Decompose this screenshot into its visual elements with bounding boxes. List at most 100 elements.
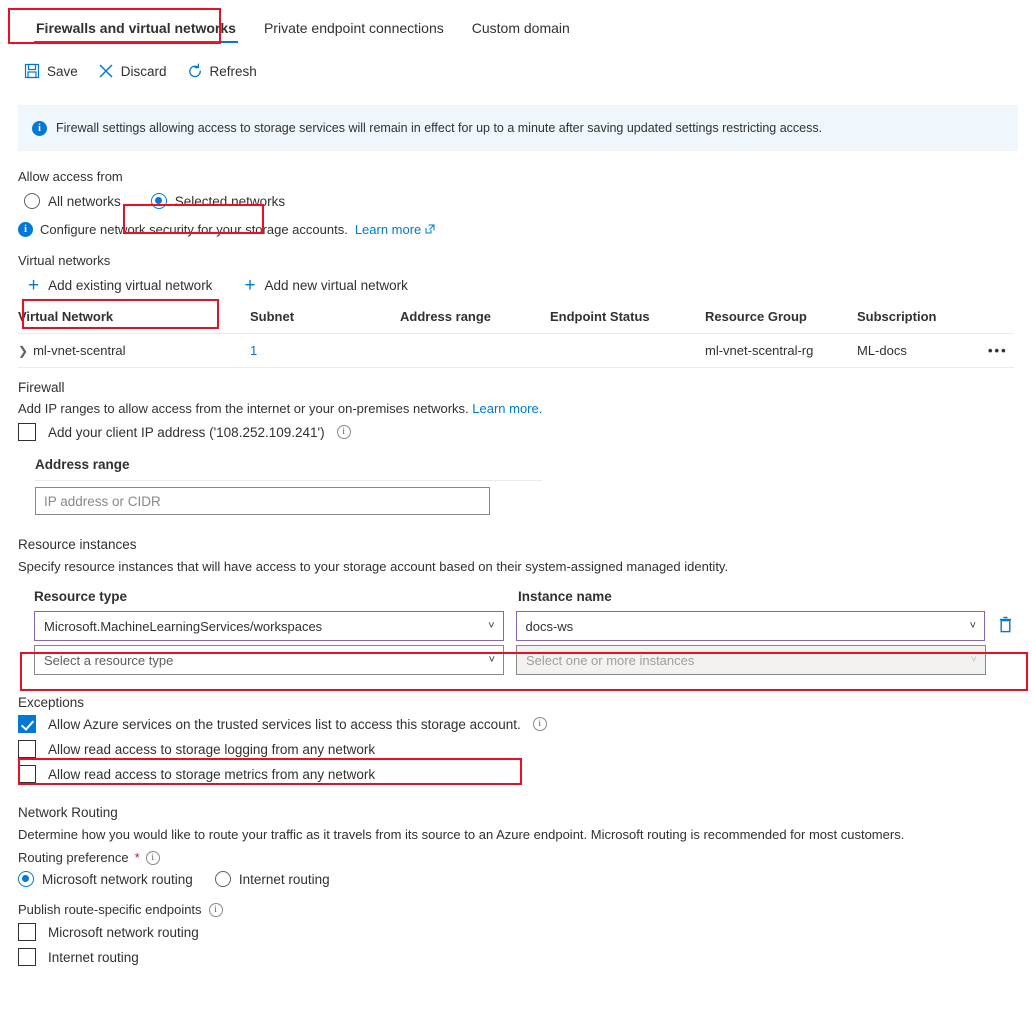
subnet-count-link[interactable]: 1 (250, 343, 257, 358)
chevron-right-icon[interactable]: ❯ (18, 344, 28, 358)
radio-selected-networks[interactable]: Selected networks (145, 190, 291, 212)
exception-checkbox-storage-logging[interactable] (18, 740, 36, 758)
tab-label: Firewalls and virtual networks (36, 20, 236, 36)
cell-virtual-network[interactable]: ❯ ml-vnet-scentral (18, 333, 250, 368)
refresh-icon (187, 63, 203, 79)
virtual-network-actions: + Add existing virtual network + Add new… (18, 272, 1014, 299)
instance-name-select-1[interactable]: docs-ws ˅ (515, 611, 985, 641)
tab-custom-domain[interactable]: Custom domain (458, 18, 584, 46)
add-client-ip-checkbox[interactable] (18, 423, 36, 441)
publish-label-internet-routing: Internet routing (48, 949, 139, 965)
add-existing-label: Add existing virtual network (48, 278, 213, 293)
info-icon: i (18, 222, 33, 237)
radio-indicator (24, 193, 40, 209)
resource-type-value-2: Select a resource type (44, 652, 174, 668)
info-icon[interactable]: i (532, 717, 547, 731)
trash-icon[interactable] (997, 615, 1014, 637)
firewall-learn-more-link[interactable]: Learn more. (472, 401, 542, 416)
virtual-network-name: ml-vnet-scentral (33, 343, 126, 358)
column-header-address-range: Address range (400, 309, 492, 324)
radio-label: Microsoft network routing (42, 871, 193, 887)
save-button[interactable]: Save (24, 63, 78, 79)
exception-checkbox-storage-metrics[interactable] (18, 765, 36, 783)
add-existing-virtual-network-button[interactable]: + Add existing virtual network (18, 272, 222, 299)
tab-label: Custom domain (471, 20, 570, 36)
exception-label-storage-metrics: Allow read access to storage metrics fro… (48, 766, 376, 782)
publish-row-microsoft-network-routing: Microsoft network routing (18, 923, 1014, 941)
exception-row-storage-logging: Allow read access to storage logging fro… (18, 740, 1014, 758)
radio-label: Selected networks (174, 193, 286, 209)
allow-access-radio-group: All networks Selected networks (18, 190, 1014, 212)
external-link-icon (425, 222, 435, 237)
radio-indicator (214, 871, 231, 887)
resource-instances-heading: Resource instances (18, 537, 137, 552)
chevron-down-icon: ˅ (488, 654, 495, 666)
publish-label-microsoft-network-routing: Microsoft network routing (48, 924, 199, 940)
save-label: Save (47, 63, 78, 79)
exception-label-storage-logging: Allow read access to storage logging fro… (48, 741, 376, 757)
virtual-networks-table: Virtual Network Subnet Address range End… (18, 309, 1014, 368)
add-client-ip-row: Add your client IP address ('108.252.109… (18, 423, 1014, 441)
chevron-down-icon: ˅ (488, 620, 495, 632)
chevron-down-icon: ˅ (970, 654, 977, 666)
add-new-virtual-network-button[interactable]: + Add new virtual network (234, 272, 417, 299)
save-icon (24, 63, 40, 79)
resource-type-select-2[interactable]: Select a resource type ˅ (34, 645, 504, 675)
info-icon[interactable]: i (208, 902, 223, 917)
info-icon[interactable]: i (145, 850, 160, 865)
allow-access-from-label: Allow access from (18, 169, 123, 184)
publish-checkbox-microsoft-network-routing[interactable] (18, 923, 36, 941)
divider (35, 480, 542, 481)
tab-label: Private endpoint connections (263, 20, 444, 36)
close-icon (98, 63, 114, 79)
routing-preference-label-row: Routing preference * i (18, 850, 1014, 865)
exception-label-trusted-services: Allow Azure services on the trusted serv… (48, 716, 521, 732)
info-banner: i Firewall settings allowing access to s… (18, 105, 1018, 151)
routing-preference-radio-group: Microsoft network routing Internet routi… (12, 868, 1014, 890)
network-routing-heading: Network Routing (18, 805, 118, 820)
publish-row-internet-routing: Internet routing (18, 948, 1014, 966)
refresh-button[interactable]: Refresh (187, 63, 257, 79)
resource-type-column-label: Resource type (34, 589, 128, 604)
tab-firewalls-and-virtual-networks[interactable]: Firewalls and virtual networks (22, 18, 250, 46)
plus-icon: + (28, 274, 40, 296)
column-header-virtual-network: Virtual Network (18, 309, 114, 324)
table-header-row: Virtual Network Subnet Address range End… (18, 309, 1014, 334)
radio-label: Internet routing (238, 871, 330, 887)
discard-button[interactable]: Discard (98, 63, 167, 79)
address-range-label: Address range (35, 457, 130, 472)
chevron-down-icon: ˅ (969, 620, 976, 632)
resource-instance-row-2: Select a resource type ˅ Select one or m… (34, 645, 1014, 675)
firewall-description-text: Add IP ranges to allow access from the i… (18, 401, 469, 416)
info-banner-text: Firewall settings allowing access to sto… (56, 121, 823, 135)
cell-endpoint-status (550, 333, 705, 368)
cell-resource-group: ml-vnet-scentral-rg (705, 333, 857, 368)
column-header-resource-group: Resource Group (705, 309, 807, 324)
publish-endpoints-label-row: Publish route-specific endpoints i (18, 902, 1014, 917)
routing-preference-label: Routing preference (18, 850, 129, 865)
refresh-label: Refresh (209, 63, 257, 79)
publish-checkbox-internet-routing[interactable] (18, 948, 36, 966)
info-icon[interactable]: i (336, 425, 351, 439)
instance-name-select-2: Select one or more instances ˅ (516, 645, 986, 675)
tab-private-endpoint-connections[interactable]: Private endpoint connections (250, 18, 458, 46)
radio-microsoft-network-routing[interactable]: Microsoft network routing (12, 868, 199, 890)
column-header-subscription: Subscription (857, 309, 937, 324)
learn-more-link[interactable]: Learn more (355, 222, 421, 237)
resource-type-select-1[interactable]: Microsoft.MachineLearningServices/worksp… (34, 611, 504, 641)
address-range-input[interactable] (35, 487, 490, 515)
exception-row-storage-metrics: Allow read access to storage metrics fro… (18, 765, 1014, 783)
radio-all-networks[interactable]: All networks (18, 190, 127, 212)
row-context-menu-button[interactable]: ••• (988, 333, 1014, 368)
exception-row-trusted-services: Allow Azure services on the trusted serv… (18, 715, 1014, 733)
tab-bar: Firewalls and virtual networks Private e… (0, 0, 1032, 46)
table-row[interactable]: ❯ ml-vnet-scentral 1 ml-vnet-scentral-rg … (18, 333, 1014, 368)
virtual-networks-label: Virtual networks (18, 253, 111, 268)
exception-checkbox-trusted-services[interactable] (18, 715, 36, 733)
column-header-endpoint-status: Endpoint Status (550, 309, 650, 324)
radio-indicator (18, 871, 34, 887)
cell-address-range (400, 333, 550, 368)
radio-internet-routing[interactable]: Internet routing (209, 868, 336, 890)
radio-label: All networks (48, 193, 121, 209)
plus-icon: + (244, 274, 256, 296)
